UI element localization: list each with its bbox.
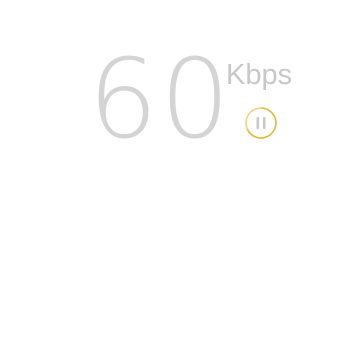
- speed-screen: 60 Kbps: [0, 0, 350, 350]
- pause-icon: [245, 107, 277, 139]
- pause-button[interactable]: [244, 106, 278, 140]
- speed-unit: Kbps: [226, 59, 293, 91]
- speed-value: 60: [88, 35, 232, 163]
